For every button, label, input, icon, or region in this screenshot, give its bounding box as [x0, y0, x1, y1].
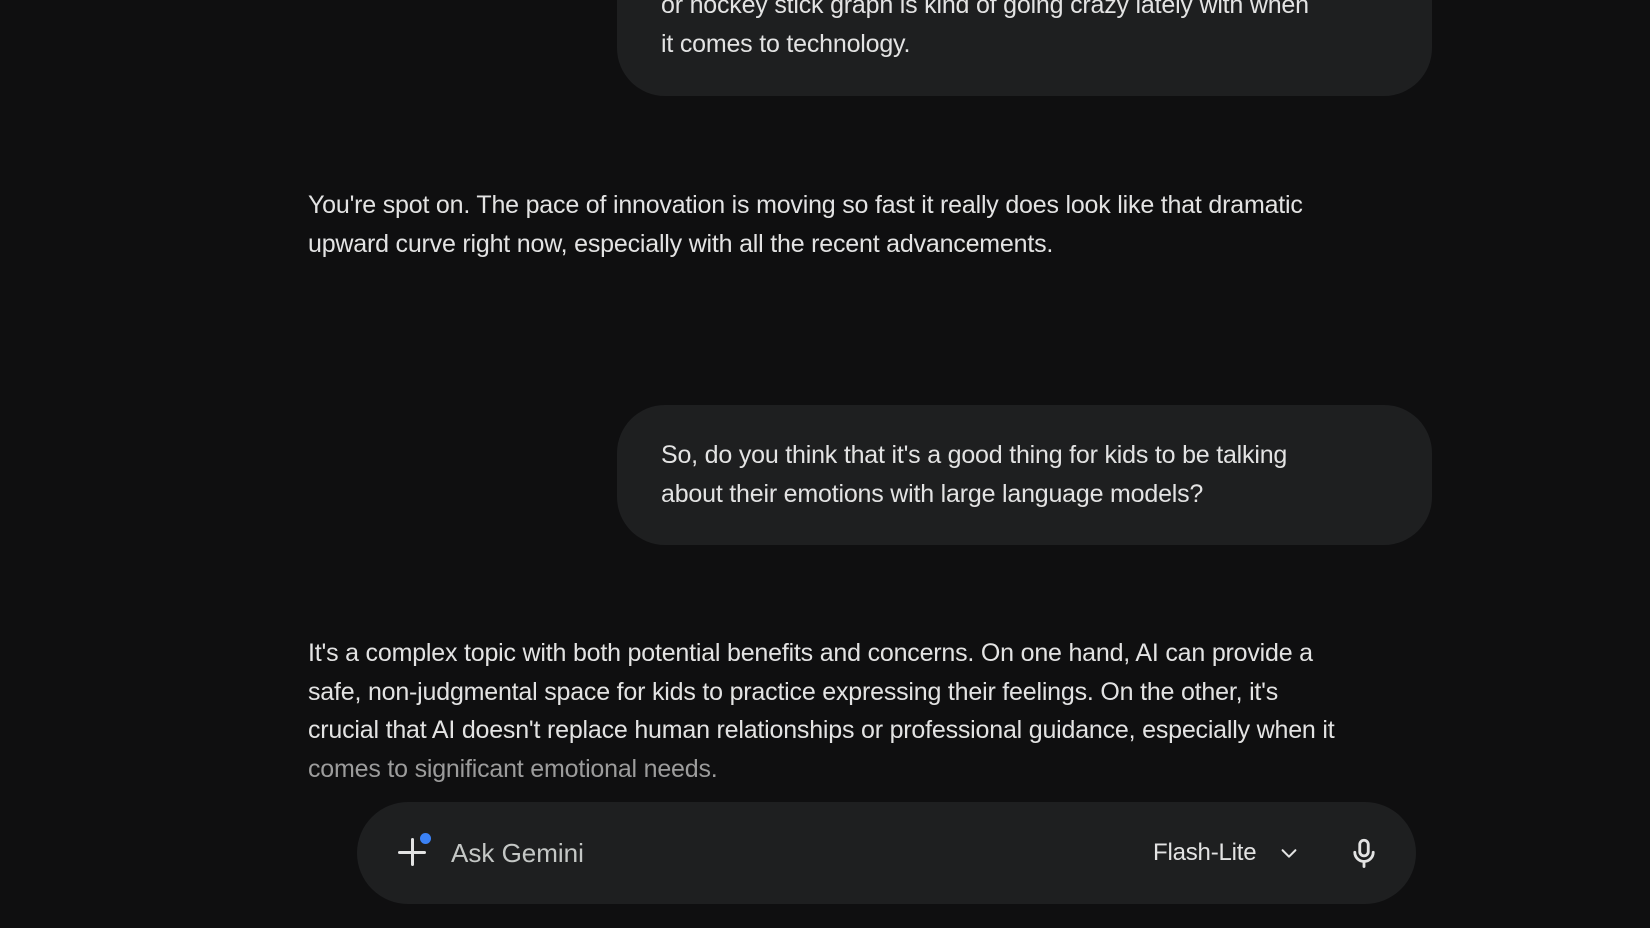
model-response: You're spot on. The pace of innovation i… — [308, 186, 1438, 263]
ask-gemini-input[interactable] — [451, 832, 1011, 874]
response-line: safe, non-judgmental space for kids to p… — [308, 677, 1279, 706]
plus-icon-vertical — [411, 838, 414, 866]
chevron-down-icon — [1281, 849, 1297, 858]
prompt-input-bar: Flash-Lite — [357, 802, 1416, 904]
user-message-line: So, do you think that it's a good thing … — [661, 441, 1288, 469]
user-message-line: it comes to technology. — [661, 29, 911, 58]
user-message-bubble: or hockey stick graph is kind of going c… — [617, 0, 1432, 96]
model-selector-label: Flash-Lite — [1153, 839, 1257, 866]
response-line: It's a complex topic with both potential… — [308, 639, 1313, 667]
user-message-line: about their emotions with large language… — [661, 479, 1204, 508]
response-line: crucial that AI doesn't replace human re… — [308, 716, 1335, 744]
model-response: It's a complex topic with both potential… — [308, 634, 1438, 788]
user-message-bubble: So, do you think that it's a good thing … — [617, 405, 1432, 545]
response-line: comes to significant emotional needs. — [308, 754, 718, 783]
model-selector-button[interactable]: Flash-Lite — [1153, 832, 1300, 874]
plus-icon[interactable] — [395, 833, 433, 872]
chat-view: or hockey stick graph is kind of going c… — [0, 0, 1650, 928]
microphone-icon[interactable] — [1347, 836, 1381, 870]
notification-dot — [420, 833, 431, 844]
user-message-line: or hockey stick graph is kind of going c… — [661, 0, 1309, 19]
response-line: upward curve right now, especially with … — [308, 229, 1054, 258]
response-line: You're spot on. The pace of innovation i… — [308, 191, 1303, 219]
